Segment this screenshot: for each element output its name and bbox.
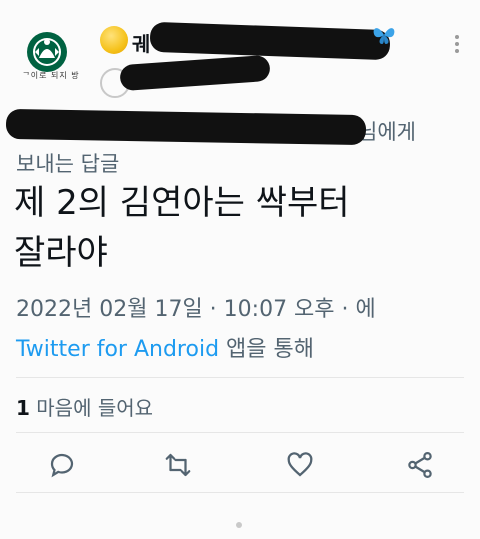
retweet-icon[interactable] [163, 450, 193, 480]
divider-mid [16, 432, 464, 433]
display-name[interactable]: 궤 [132, 28, 150, 57]
butterfly-icon [373, 28, 395, 44]
replying-to-suffix: 님에게 [358, 120, 416, 144]
share-icon[interactable] [405, 450, 435, 480]
display-name-row[interactable]: 궤 [100, 21, 430, 61]
page-indicator-dot [236, 522, 242, 528]
source-link[interactable]: Twitter for Android [16, 337, 219, 362]
replying-to-line2: 보내는 답글 [16, 152, 120, 176]
sun-emoji-icon [100, 26, 128, 54]
redaction-reply-handle [5, 108, 367, 146]
more-options-icon[interactable] [454, 34, 460, 54]
tweet-text-line1: 제 2의 김연아는 싹부터 [14, 183, 350, 223]
divider-top [16, 377, 464, 378]
tweet-text-line2: 잘라야 [14, 233, 108, 273]
like-icon[interactable] [285, 450, 315, 480]
tweet-meta: 2022년 02월 17일 · 10:07 오후 · 에 Twitter for… [16, 290, 466, 370]
redaction-handle [119, 54, 271, 92]
timestamp[interactable]: 2022년 02월 17일 · 10:07 오후 · 에 [16, 290, 466, 330]
tweet-card: ᄀ이로 되지 방 궤 님에게 보내는 답글 제 2의 김연아는 싹부터 잘라야 … [0, 0, 480, 539]
likes-count: 1 [16, 396, 30, 420]
reply-icon[interactable] [47, 450, 77, 480]
source-suffix: 앱을 통해 [219, 337, 314, 362]
divider-bottom [16, 492, 464, 493]
tweet-text: 제 2의 김연아는 싹부터 잘라야 [14, 178, 464, 278]
likes-stat[interactable]: 1 마음에 들어요 [16, 392, 153, 421]
redaction-name [149, 21, 391, 61]
action-bar [0, 446, 480, 486]
avatar-caption: ᄀ이로 되지 방 [22, 71, 80, 80]
likes-label: 마음에 들어요 [29, 396, 154, 420]
